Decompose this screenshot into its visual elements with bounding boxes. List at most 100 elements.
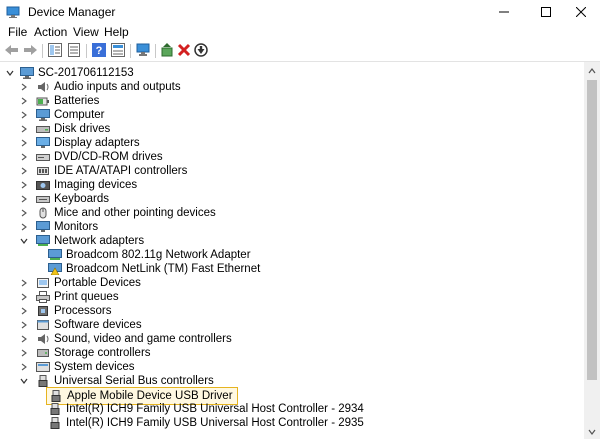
portable-device-icon (36, 277, 50, 289)
tree-root[interactable]: SC-201706112153 (6, 66, 134, 80)
category-label: Print queues (54, 291, 119, 303)
device-manager-window: Device Manager File Action View Help ? S… (0, 0, 600, 439)
help-icon: ? (92, 42, 106, 60)
tree-device[interactable]: Intel(R) ICH9 Family USB Universal Host … (48, 416, 364, 430)
view-details-icon (111, 42, 125, 60)
chevron-right-icon[interactable] (20, 195, 28, 203)
close-button[interactable] (562, 0, 600, 24)
tree-category[interactable]: Audio inputs and outputs (20, 80, 181, 94)
tree-device[interactable]: Broadcom NetLink (TM) Fast Ethernet (48, 262, 260, 276)
chevron-right-icon[interactable] (20, 111, 28, 119)
sound-controller-icon (36, 333, 50, 345)
tree-category[interactable]: Disk drives (20, 122, 110, 136)
chevron-right-icon[interactable] (20, 279, 28, 287)
tree-category[interactable]: Monitors (20, 220, 98, 234)
chevron-down-icon[interactable] (6, 69, 14, 77)
chevron-right-icon[interactable] (20, 83, 28, 91)
category-label: Universal Serial Bus controllers (54, 375, 214, 387)
tree-category[interactable]: Display adapters (20, 136, 140, 150)
disable-device-icon (194, 42, 208, 60)
device-label: Broadcom 802.11g Network Adapter (66, 249, 251, 261)
tree-category[interactable]: Sound, video and game controllers (20, 332, 232, 346)
tree-category[interactable]: Portable Devices (20, 276, 141, 290)
scroll-down-button[interactable] (584, 423, 600, 439)
tree-category[interactable]: Computer (20, 108, 105, 122)
vertical-scrollbar[interactable] (584, 62, 600, 439)
tree-device[interactable]: Intel(R) ICH9 Family USB Universal Host … (48, 402, 364, 416)
chevron-right-icon[interactable] (20, 181, 28, 189)
forward-button[interactable] (22, 43, 38, 59)
tree-category[interactable]: Storage controllers (20, 346, 151, 360)
show-hide-tree-button[interactable] (47, 42, 63, 60)
tree-device[interactable]: Broadcom 802.11g Network Adapter (48, 248, 251, 262)
title-bar[interactable]: Device Manager (0, 0, 600, 24)
scan-hardware-icon (136, 43, 150, 60)
disable-device-button[interactable] (193, 42, 209, 60)
tree-category[interactable]: Print queues (20, 290, 119, 304)
help-button[interactable]: ? (91, 42, 107, 60)
chevron-up-icon (588, 63, 596, 77)
tree-category[interactable]: Keyboards (20, 192, 109, 206)
chevron-right-icon[interactable] (20, 293, 28, 301)
chevron-right-icon[interactable] (20, 167, 28, 175)
tree-category[interactable]: Processors (20, 304, 112, 318)
scrollbar-thumb[interactable] (587, 80, 597, 380)
chevron-right-icon[interactable] (20, 97, 28, 105)
maximize-button[interactable] (527, 0, 565, 24)
close-icon (576, 7, 586, 17)
mouse-icon (36, 207, 50, 219)
menu-help[interactable]: Help (104, 25, 129, 39)
chevron-right-icon[interactable] (20, 209, 28, 217)
chevron-right-icon[interactable] (20, 349, 28, 357)
storage-controller-icon (36, 347, 50, 359)
chevron-right-icon[interactable] (20, 139, 28, 147)
chevron-right-icon[interactable] (20, 335, 28, 343)
chevron-right-icon[interactable] (20, 223, 28, 231)
scroll-up-button[interactable] (584, 62, 600, 78)
chevron-right-icon[interactable] (20, 321, 28, 329)
chevron-right-icon[interactable] (20, 125, 28, 133)
tree-category[interactable]: Software devices (20, 318, 142, 332)
tree-category-expanded[interactable]: Universal Serial Bus controllers (20, 374, 214, 388)
chevron-down-icon[interactable] (20, 377, 28, 385)
usb-device-icon (48, 417, 62, 429)
minimize-button[interactable] (485, 0, 523, 24)
device-tree[interactable]: SC-201706112153 Audio inputs and outputs… (0, 62, 584, 439)
device-manager-app-icon (6, 5, 20, 19)
chevron-down-icon (588, 424, 596, 438)
chevron-right-icon[interactable] (20, 307, 28, 315)
chevron-right-icon[interactable] (20, 153, 28, 161)
back-arrow-icon (5, 44, 19, 59)
show-hide-tree-icon (48, 42, 62, 60)
chevron-down-icon[interactable] (20, 237, 28, 245)
menu-action[interactable]: Action (34, 25, 67, 39)
uninstall-button[interactable] (176, 43, 192, 59)
category-label: Storage controllers (54, 347, 151, 359)
tree-category[interactable]: Mice and other pointing devices (20, 206, 216, 220)
category-label: Processors (54, 305, 112, 317)
view-details-button[interactable] (110, 42, 126, 60)
menu-view[interactable]: View (73, 25, 99, 39)
tree-category[interactable]: IDE ATA/ATAPI controllers (20, 164, 187, 178)
scan-hardware-button[interactable] (135, 43, 151, 59)
category-label: Network adapters (54, 235, 145, 247)
toolbar-separator (155, 44, 156, 58)
tree-category[interactable]: Batteries (20, 94, 99, 108)
category-label: Keyboards (54, 193, 109, 205)
menu-file[interactable]: File (8, 25, 27, 39)
dvd-drive-icon (36, 151, 50, 163)
properties-icon (67, 42, 81, 60)
forward-arrow-icon (23, 44, 37, 59)
tree-category[interactable]: Imaging devices (20, 178, 137, 192)
tree-category-expanded[interactable]: Network adapters (20, 234, 144, 248)
tree-category[interactable]: DVD/CD-ROM drives (20, 150, 163, 164)
properties-button[interactable] (66, 42, 82, 60)
back-button[interactable] (4, 43, 20, 59)
tree-category[interactable]: System devices (20, 360, 135, 374)
network-adapter-icon (36, 235, 50, 247)
update-driver-button[interactable] (159, 42, 175, 59)
category-label: Batteries (54, 95, 100, 107)
chevron-right-icon[interactable] (20, 363, 28, 371)
computer-name: SC-201706112153 (38, 67, 134, 79)
category-label: Disk drives (54, 123, 111, 135)
